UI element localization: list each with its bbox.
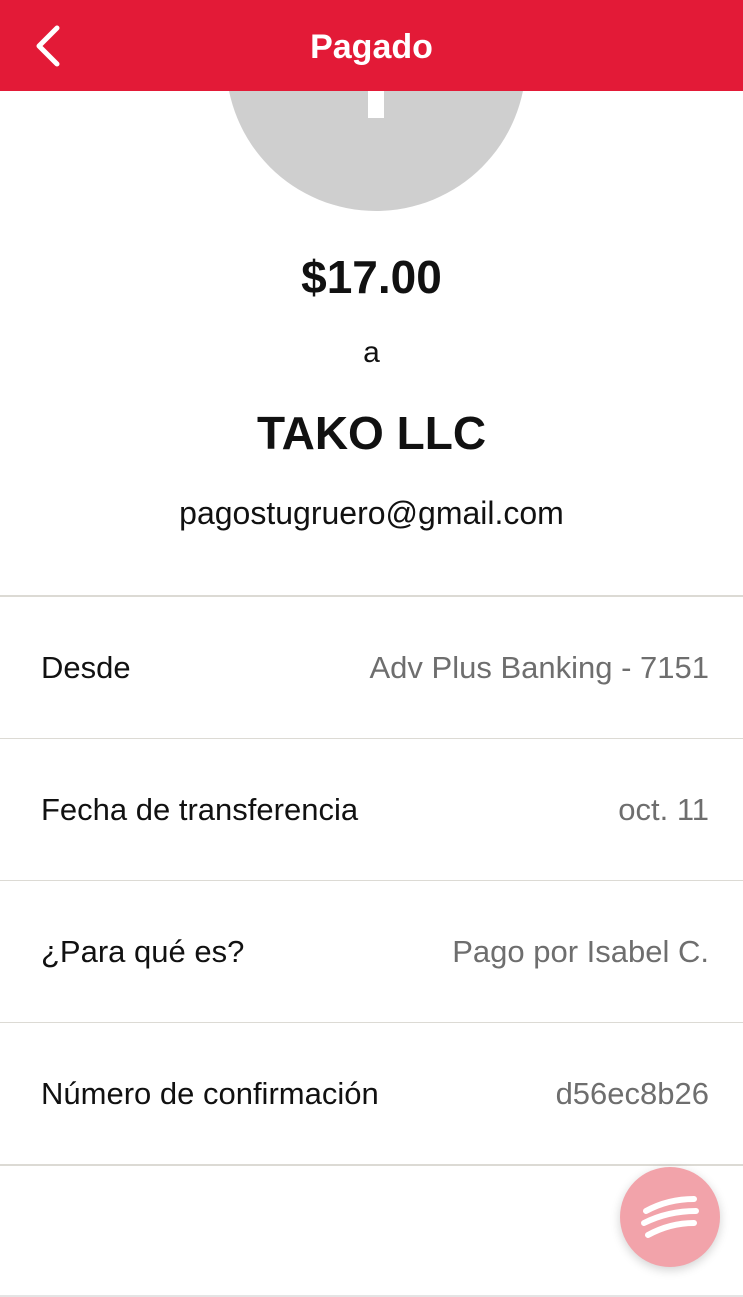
from-value: Adv Plus Banking - 7151 bbox=[369, 650, 710, 685]
top-bar: Pagado bbox=[0, 0, 743, 91]
confirmation-label: Número de confirmación bbox=[41, 1076, 379, 1111]
detail-row-confirmation: Número de confirmación d56ec8b26 bbox=[0, 1023, 743, 1166]
payee-name: TAKO LLC bbox=[256, 407, 487, 459]
chat-stripes-icon bbox=[641, 1196, 699, 1238]
recipient-connector: a bbox=[363, 336, 380, 369]
memo-value: Pago por Isabel C. bbox=[452, 934, 709, 969]
payment-amount: $17.00 bbox=[301, 251, 442, 303]
assistant-chat-button[interactable] bbox=[620, 1167, 720, 1267]
memo-label: ¿Para qué es? bbox=[41, 934, 245, 969]
payment-details-list: Desde Adv Plus Banking - 7151 Fecha de t… bbox=[0, 595, 743, 1166]
transfer-date-label: Fecha de transferencia bbox=[41, 792, 359, 827]
detail-row-memo: ¿Para qué es? Pago por Isabel C. bbox=[0, 881, 743, 1023]
detail-row-from: Desde Adv Plus Banking - 7151 bbox=[0, 597, 743, 739]
from-label: Desde bbox=[41, 650, 131, 685]
transfer-date-value: oct. 11 bbox=[618, 792, 709, 827]
payee-email: pagostugruero@gmail.com bbox=[179, 495, 564, 531]
confirmation-value: d56ec8b26 bbox=[555, 1076, 709, 1111]
page-title: Pagado bbox=[310, 28, 433, 66]
detail-row-transfer-date: Fecha de transferencia oct. 11 bbox=[0, 739, 743, 881]
